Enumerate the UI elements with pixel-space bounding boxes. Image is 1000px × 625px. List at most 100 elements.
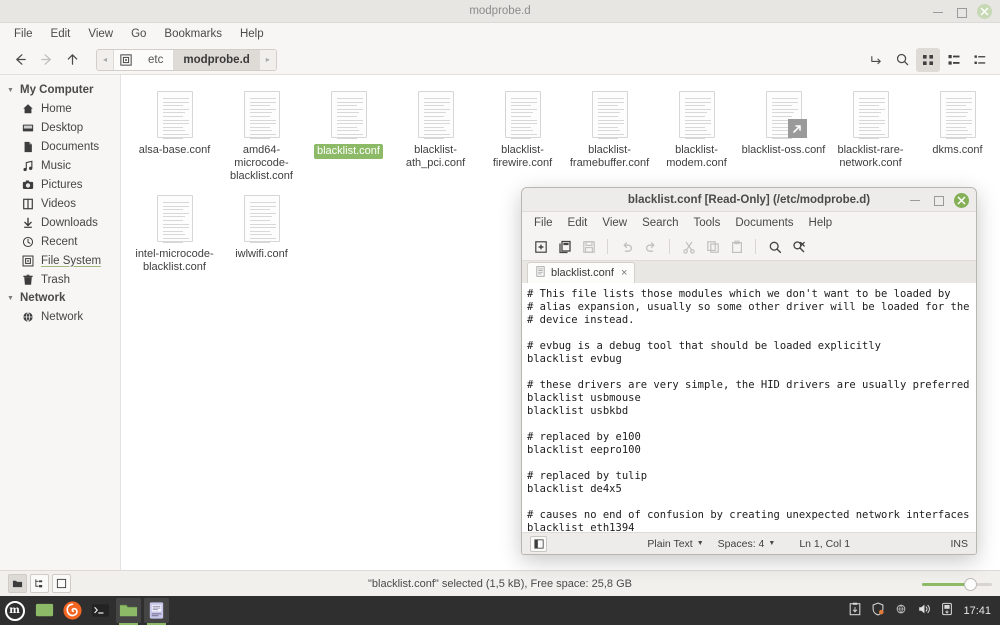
undo-icon[interactable] [616,236,637,257]
list-view-icon[interactable] [942,48,966,72]
redo-icon[interactable] [640,236,661,257]
file-item[interactable]: dkms.conf [914,85,1000,183]
file-item[interactable]: blacklist-firewire.conf [479,85,566,183]
firewall-icon[interactable] [871,602,885,619]
sidebar-item-videos[interactable]: Videos [0,194,120,213]
tree-toggle-icon[interactable] [30,574,49,593]
path-entry-icon[interactable] [864,48,888,72]
file-system-icon [21,254,34,267]
volume-icon[interactable] [917,602,931,619]
sidebar-item-downloads[interactable]: Downloads [0,213,120,232]
up-icon[interactable] [60,48,84,72]
sidebar-item-file-system[interactable]: File System [0,251,120,270]
file-item[interactable]: blacklist-ath_pci.conf [392,85,479,183]
menu-view[interactable]: View [80,26,121,42]
zoom-knob[interactable] [964,577,977,591]
menu-file[interactable]: File [6,26,41,42]
clock[interactable]: 17:41 [963,605,991,617]
language-selector[interactable]: Plain Text ▼ [647,538,703,550]
menu-bookmarks[interactable]: Bookmarks [156,26,230,42]
trash-icon [21,273,34,286]
editor-menu-documents[interactable]: Documents [728,215,800,231]
file-item[interactable]: blacklist-modem.conf [653,85,740,183]
panel-toggle-icon[interactable] [52,574,71,593]
sidebar-toggle-icon[interactable] [530,535,547,552]
editor-window-controls [908,188,969,212]
terminal-icon[interactable] [88,598,113,623]
editor-menu-edit[interactable]: Edit [561,215,595,231]
document-icon [154,91,196,141]
menu-button[interactable]: m [0,596,29,625]
file-label: intel-microcode-blacklist.conf [135,248,214,273]
close-icon[interactable] [977,4,992,19]
indent-selector[interactable]: Spaces: 4 ▼ [718,538,776,550]
sidebar-item-pictures[interactable]: Pictures [0,175,120,194]
close-icon[interactable] [954,192,969,208]
sidebar-item-documents[interactable]: Documents [0,137,120,156]
open-icon[interactable] [554,236,575,257]
sidebar-group-my-computer[interactable]: ▼ My Computer [0,81,120,99]
breadcrumb-root-file-system[interactable] [114,50,138,70]
insert-mode: INS [950,537,969,550]
back-icon[interactable] [8,48,32,72]
file-item[interactable]: intel-microcode-blacklist.conf [131,189,218,274]
file-item[interactable]: iwlwifi.conf [218,189,305,274]
find-icon[interactable] [764,236,785,257]
paste-icon[interactable] [726,236,747,257]
sidebar-group-network[interactable]: ▼ Network [0,289,120,307]
menu-help[interactable]: Help [232,26,272,42]
minimize-icon[interactable] [908,193,922,207]
menu-go[interactable]: Go [123,26,154,42]
cut-icon[interactable] [678,236,699,257]
show-desktop-icon[interactable] [32,598,57,623]
editor-menu-file[interactable]: File [527,215,560,231]
document-icon [676,91,718,141]
network-icon[interactable] [894,602,908,619]
sidebar-item-label: File System [41,254,102,267]
editor-text-area[interactable]: # This file lists those modules which we… [522,283,976,532]
breadcrumb-scroll-left[interactable]: ◂ [97,49,113,70]
editor-menu-search[interactable]: Search [635,215,685,231]
usb-icon[interactable] [940,602,954,619]
taskbar-launchers [29,598,169,625]
file-label: blacklist-framebuffer.conf [569,144,650,169]
sidebar-item-desktop[interactable]: Desktop [0,118,120,137]
tab-blacklist-conf[interactable]: blacklist.conf × [527,262,636,283]
new-icon[interactable] [530,236,551,257]
sidebar-item-home[interactable]: Home [0,99,120,118]
file-item[interactable]: amd64-microcode-blacklist.conf [218,85,305,183]
editor-menu-tools[interactable]: Tools [687,215,728,231]
sidebar-item-music[interactable]: Music [0,156,120,175]
text-editor-icon[interactable] [144,598,169,625]
update-manager-icon[interactable] [848,602,862,619]
file-item[interactable]: blacklist-oss.conf [740,85,827,183]
sidebar-item-network[interactable]: Network [0,307,120,326]
file-item[interactable]: alsa-base.conf [131,85,218,183]
places-toggle-icon[interactable] [8,574,27,593]
minimize-icon[interactable] [931,5,945,19]
file-item[interactable]: blacklist-rare-network.conf [827,85,914,183]
file-item-selected[interactable]: blacklist.conf [305,85,392,183]
maximize-icon[interactable] [931,193,945,207]
sidebar-item-trash[interactable]: Trash [0,270,120,289]
breadcrumb-scroll-right[interactable]: ▸ [259,49,276,70]
compact-view-icon[interactable] [968,48,992,72]
maximize-icon[interactable] [954,5,968,19]
replace-icon[interactable] [788,236,809,257]
copy-icon[interactable] [702,236,723,257]
breadcrumb-item-modprobe-d[interactable]: modprobe.d [173,49,260,70]
save-icon[interactable] [578,236,599,257]
sidebar-item-recent[interactable]: Recent [0,232,120,251]
file-item[interactable]: blacklist-framebuffer.conf [566,85,653,183]
editor-menu-view[interactable]: View [595,215,634,231]
zoom-slider[interactable] [922,577,992,591]
search-icon[interactable] [890,48,914,72]
firefox-icon[interactable] [60,598,85,623]
forward-icon[interactable] [34,48,58,72]
tab-close-icon[interactable]: × [621,267,627,279]
menu-edit[interactable]: Edit [43,26,79,42]
icon-view-icon[interactable] [916,47,940,72]
breadcrumb-item-etc[interactable]: etc [138,50,173,70]
editor-menu-help[interactable]: Help [802,215,840,231]
file-manager-icon[interactable] [116,598,141,625]
